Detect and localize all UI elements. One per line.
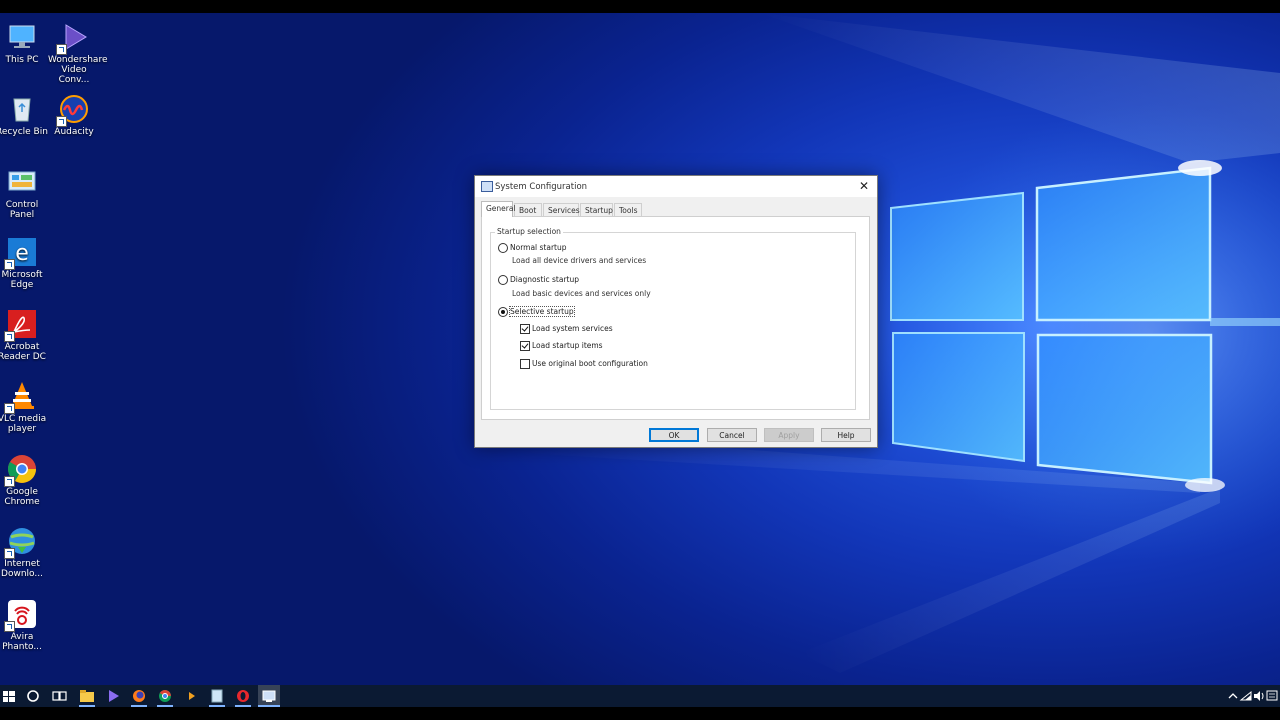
start-windows-icon[interactable] [0, 685, 22, 707]
load-startup-items-label[interactable]: Load startup items [532, 341, 603, 350]
selective-startup-label[interactable]: Selective startup [509, 306, 575, 317]
taskbar [0, 685, 1280, 707]
computer-icon [6, 21, 38, 53]
chrome-icon[interactable] [154, 685, 176, 707]
desktop-icon-vlc[interactable]: VLC media player [0, 380, 48, 434]
desktop-icon-label: Wondershare Video Conv... [48, 55, 108, 85]
use-original-boot-config-checkbox[interactable] [520, 359, 530, 369]
group-label: Startup selection [495, 227, 563, 236]
control-panel-icon [6, 166, 38, 198]
audacity-icon [56, 93, 90, 127]
apply-button: Apply [764, 428, 814, 442]
file-explorer-icon[interactable] [76, 685, 98, 707]
desktop-icon-label: Microsoft Edge [1, 270, 43, 290]
normal-startup-radio[interactable] [498, 243, 508, 253]
chrome-icon [4, 453, 38, 487]
desktop-icon-label: Google Chrome [4, 487, 40, 507]
notifications-icon[interactable] [1264, 685, 1280, 707]
system-configuration-dialog: System Configuration ✕ General Boot Serv… [474, 175, 878, 448]
diagnostic-startup-radio[interactable] [498, 275, 508, 285]
desktop-icon-avira[interactable]: Avira Phanto... [0, 598, 48, 652]
desktop-icon-label: Control Panel [5, 200, 39, 220]
title-bar[interactable]: System Configuration ✕ [475, 176, 877, 197]
desktop-icon-label: This PC [5, 55, 39, 65]
cortana-circle-icon[interactable] [22, 685, 44, 707]
svg-text:e: e [15, 241, 29, 266]
system-configuration-icon[interactable] [258, 685, 280, 707]
load-system-services-checkbox[interactable] [520, 324, 530, 334]
dialog-title: System Configuration [495, 182, 588, 192]
tab-boot[interactable]: Boot [514, 203, 542, 216]
general-tab-panel: Startup selection Normal startup Load al… [481, 216, 870, 420]
media-player-icon[interactable] [180, 685, 202, 707]
tab-general[interactable]: General [481, 201, 516, 217]
notepad-icon[interactable] [206, 685, 228, 707]
normal-startup-description: Load all device drivers and services [512, 256, 647, 265]
desktop: This PC Wondershare Video Conv... Recycl… [0, 13, 1280, 707]
load-system-services-label[interactable]: Load system services [532, 324, 613, 333]
desktop-icon-label: Audacity [54, 127, 94, 137]
tab-tools[interactable]: Tools [614, 203, 642, 216]
desktop-icon-label: Avira Phanto... [2, 632, 42, 652]
edge-icon: e [4, 236, 38, 270]
help-button[interactable]: Help [821, 428, 871, 442]
desktop-icon-edge[interactable]: e Microsoft Edge [0, 236, 48, 290]
diagnostic-startup-description: Load basic devices and services only [512, 289, 651, 298]
desktop-icon-label: Acrobat Reader DC [0, 342, 46, 362]
recycle-bin-icon [6, 93, 38, 125]
load-startup-items-checkbox[interactable] [520, 341, 530, 351]
desktop-icon-wondershare[interactable]: Wondershare Video Conv... [48, 21, 108, 85]
use-original-boot-config-label[interactable]: Use original boot configuration [532, 359, 648, 368]
selective-startup-radio[interactable] [498, 307, 508, 317]
opera-icon[interactable] [232, 685, 254, 707]
wondershare-play-icon [56, 21, 90, 55]
avira-icon [4, 598, 38, 632]
letterbox-bar [0, 707, 1280, 720]
wondershare-icon[interactable] [102, 685, 124, 707]
task-view-icon[interactable] [48, 685, 70, 707]
vlc-cone-icon [4, 380, 38, 414]
desktop-icon-label: Recycle Bin [0, 127, 48, 137]
ok-button[interactable]: OK [649, 428, 699, 442]
desktop-icon-chrome[interactable]: Google Chrome [0, 453, 48, 507]
diagnostic-startup-label[interactable]: Diagnostic startup [510, 275, 579, 284]
msconfig-icon [481, 181, 493, 192]
close-icon[interactable]: ✕ [857, 179, 871, 193]
tab-startup[interactable]: Startup [580, 203, 613, 216]
desktop-icon-audacity[interactable]: Audacity [48, 93, 100, 137]
normal-startup-label[interactable]: Normal startup [510, 243, 567, 252]
tab-services[interactable]: Services [543, 203, 580, 216]
cancel-button[interactable]: Cancel [707, 428, 757, 442]
desktop-icon-acrobat[interactable]: Acrobat Reader DC [0, 308, 48, 362]
firefox-icon[interactable] [128, 685, 150, 707]
desktop-icon-label: Internet Downlo... [1, 559, 43, 579]
desktop-icon-control-panel[interactable]: Control Panel [0, 166, 48, 220]
acrobat-icon [4, 308, 38, 342]
startup-selection-group: Startup selection Normal startup Load al… [490, 227, 856, 410]
desktop-icon-this-pc[interactable]: This PC [0, 21, 48, 65]
desktop-icon-recycle-bin[interactable]: Recycle Bin [0, 93, 48, 137]
desktop-icon-idm[interactable]: Internet Downlo... [0, 525, 48, 579]
idm-globe-icon [4, 525, 38, 559]
desktop-icon-label: VLC media player [0, 414, 47, 434]
